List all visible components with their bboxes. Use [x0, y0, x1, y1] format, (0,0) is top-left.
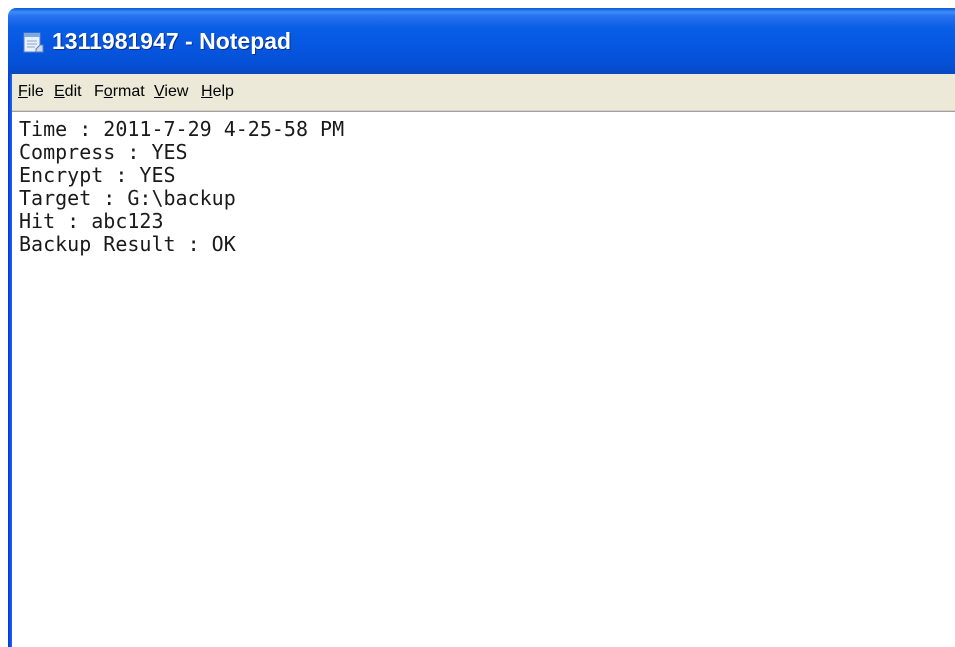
window-title: 1311981947 - Notepad — [52, 28, 292, 54]
menu-edit[interactable]: Edit — [54, 83, 82, 101]
line-compress: Compress : YES — [19, 140, 188, 164]
menu-help[interactable]: Help — [201, 83, 234, 101]
notepad-window: 1311981947 - Notepad File Edit Format Vi… — [8, 8, 955, 647]
menu-view[interactable]: View — [154, 83, 188, 101]
menu-format[interactable]: Format — [94, 83, 145, 101]
notepad-icon[interactable] — [22, 30, 44, 54]
window-left-border — [8, 74, 12, 647]
title-bar[interactable]: 1311981947 - Notepad — [8, 8, 955, 74]
line-time: Time : 2011-7-29 4-25-58 PM — [19, 117, 345, 141]
line-hit: Hit : abc123 — [19, 209, 164, 233]
text-editor[interactable]: Time : 2011-7-29 4-25-58 PM Compress : Y… — [8, 111, 955, 647]
line-backup-result: Backup Result : OK — [19, 232, 236, 256]
line-encrypt: Encrypt : YES — [19, 163, 176, 187]
menu-bar: File Edit Format View Help — [8, 74, 955, 111]
menu-file[interactable]: File — [18, 83, 44, 101]
line-target: Target : G:\backup — [19, 186, 236, 210]
document-text[interactable]: Time : 2011-7-29 4-25-58 PM Compress : Y… — [19, 118, 344, 256]
